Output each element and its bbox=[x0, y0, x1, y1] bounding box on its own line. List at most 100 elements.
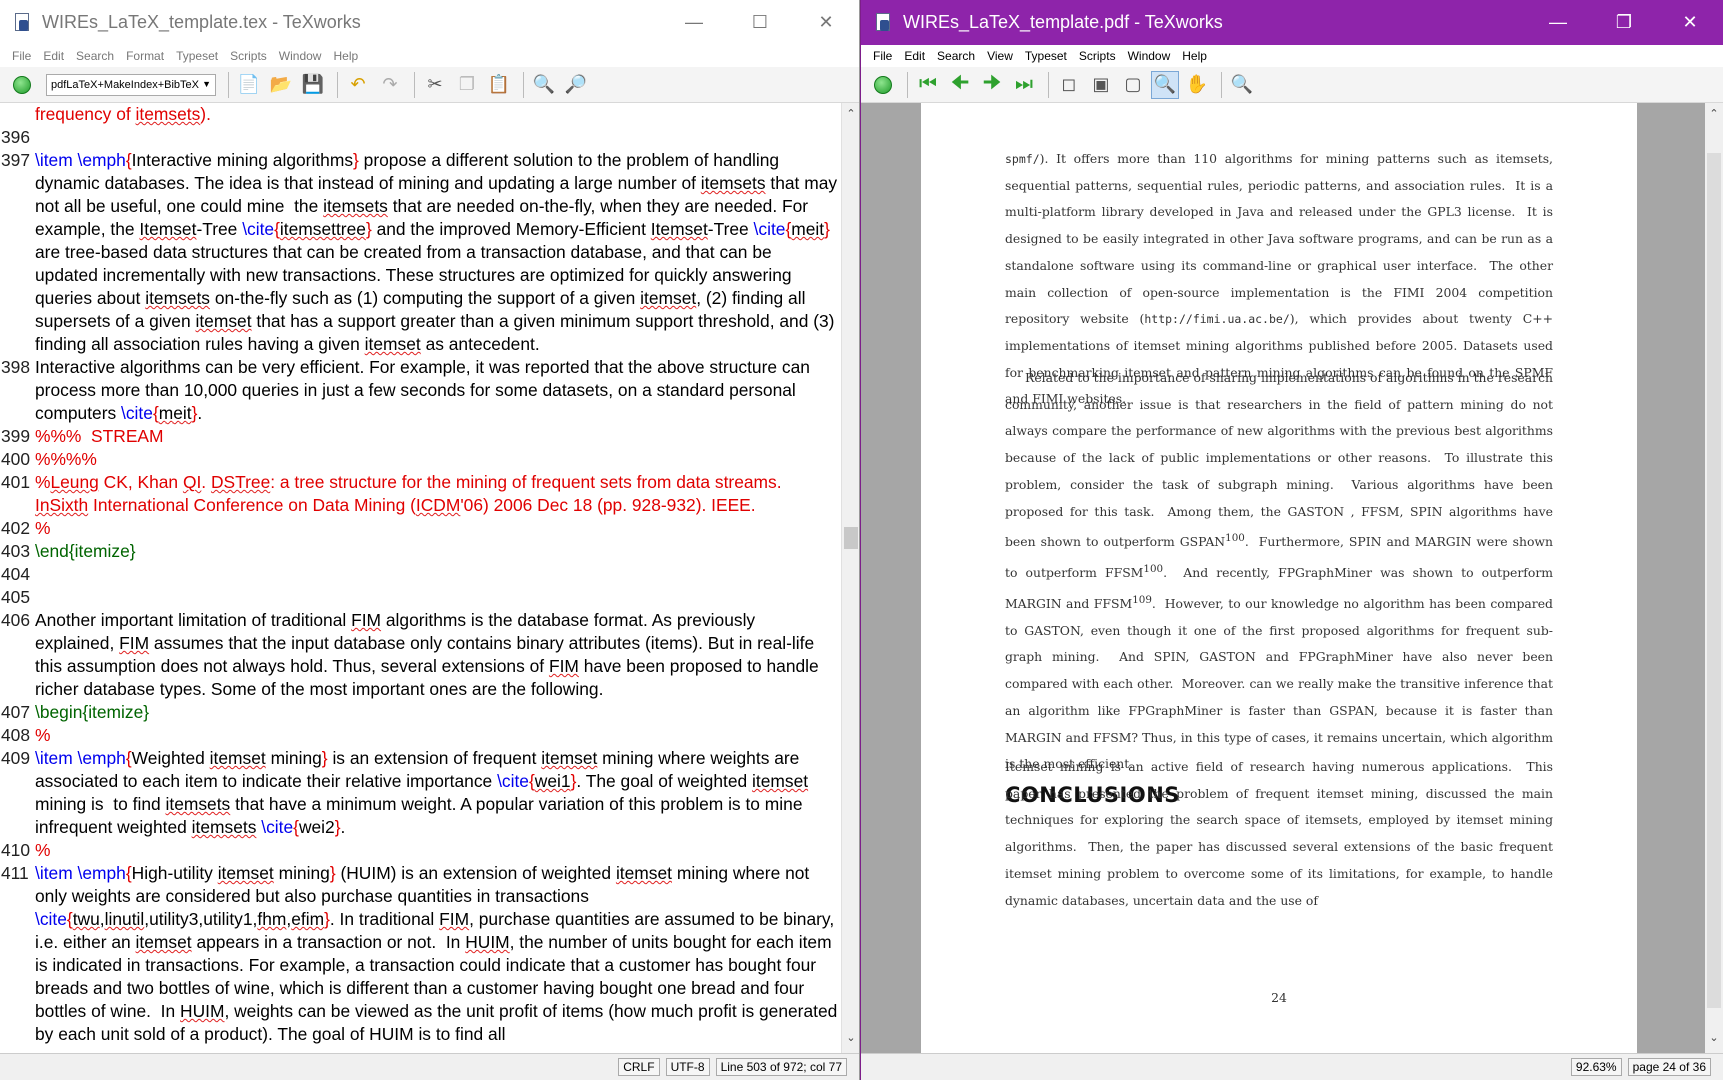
menu-window[interactable]: Window bbox=[1122, 49, 1177, 63]
menu-search[interactable]: Search bbox=[931, 49, 981, 63]
code-line[interactable]: 409 \item \emph{Weighted itemset mining} … bbox=[0, 747, 842, 839]
replace-button[interactable]: 🔎 bbox=[562, 71, 590, 99]
new-file-button[interactable]: 📄 bbox=[235, 71, 263, 99]
last-page-button[interactable]: ⏭ bbox=[1010, 71, 1038, 99]
cursor-position[interactable]: Line 503 of 972; col 77 bbox=[715, 1058, 847, 1076]
copy-button[interactable]: ❐ bbox=[453, 71, 481, 99]
line-text[interactable] bbox=[33, 586, 842, 609]
line-text[interactable]: \begin{itemize} bbox=[33, 701, 842, 724]
code-line[interactable]: 410% bbox=[0, 839, 842, 862]
menu-window[interactable]: Window bbox=[273, 49, 328, 63]
page-indicator[interactable]: page 24 of 36 bbox=[1627, 1058, 1711, 1076]
line-text[interactable]: \end{itemize} bbox=[33, 540, 842, 563]
paste-button[interactable]: 📋 bbox=[485, 71, 513, 99]
paste-icon: 📋 bbox=[487, 74, 511, 94]
pdf-view[interactable]: spmf/). It offers more than 110 algorith… bbox=[861, 103, 1706, 1053]
first-page-button[interactable]: ⏮ bbox=[914, 71, 942, 99]
line-text[interactable] bbox=[33, 126, 842, 149]
viewer-scroll-thumb[interactable] bbox=[1707, 153, 1721, 1008]
code-line[interactable]: 402% bbox=[0, 517, 842, 540]
typeset-engine-select[interactable]: pdfLaTeX+MakeIndex+BibTeX ▼ bbox=[46, 73, 216, 96]
editor-scroll-thumb[interactable] bbox=[844, 527, 858, 549]
typeset-run-button[interactable] bbox=[869, 71, 897, 99]
line-text[interactable]: \item \emph{High-utility itemset mining}… bbox=[33, 862, 842, 1046]
scroll-down-icon[interactable]: ⌄ bbox=[842, 1031, 859, 1049]
line-text[interactable]: % bbox=[33, 517, 842, 540]
menu-search[interactable]: Search bbox=[70, 49, 120, 63]
menu-edit[interactable]: Edit bbox=[37, 49, 70, 63]
close-button[interactable]: ✕ bbox=[793, 0, 859, 45]
line-text[interactable]: \item \emph{Weighted itemset mining} is … bbox=[33, 747, 842, 839]
hand-tool-button[interactable]: ✋ bbox=[1183, 71, 1211, 99]
code-line[interactable]: 400%%%% bbox=[0, 448, 842, 471]
line-text[interactable]: % bbox=[33, 839, 842, 862]
line-text[interactable]: %%%% bbox=[33, 448, 842, 471]
line-text[interactable]: %%% STREAM bbox=[33, 425, 842, 448]
code-line[interactable]: 399%%% STREAM bbox=[0, 425, 842, 448]
code-line[interactable]: 405 bbox=[0, 586, 842, 609]
close-button[interactable]: ✕ bbox=[1657, 0, 1723, 45]
minimize-button[interactable]: — bbox=[1525, 0, 1591, 45]
save-button[interactable]: 💾 bbox=[299, 71, 327, 99]
maximize-button[interactable]: ❐ bbox=[1591, 0, 1657, 45]
actual-size-button[interactable]: ◻ bbox=[1055, 71, 1083, 99]
scroll-up-icon[interactable]: ⌃ bbox=[842, 107, 859, 125]
menu-help[interactable]: Help bbox=[1176, 49, 1213, 63]
code-line[interactable]: 408% bbox=[0, 724, 842, 747]
menu-view[interactable]: View bbox=[981, 49, 1019, 63]
menu-scripts[interactable]: Scripts bbox=[224, 49, 273, 63]
menu-file[interactable]: File bbox=[867, 49, 898, 63]
menu-edit[interactable]: Edit bbox=[898, 49, 931, 63]
encoding-indicator[interactable]: UTF-8 bbox=[665, 1058, 710, 1076]
minimize-button[interactable]: — bbox=[661, 0, 727, 45]
menu-format[interactable]: Format bbox=[120, 49, 170, 63]
new-file-icon: 📄 bbox=[237, 74, 261, 94]
redo-button[interactable]: ↷ bbox=[376, 71, 404, 99]
open-file-button[interactable]: 📂 bbox=[267, 71, 295, 99]
line-ending-indicator[interactable]: CRLF bbox=[618, 1058, 660, 1076]
editor-statusbar: CRLF UTF-8 Line 503 of 972; col 77 bbox=[0, 1053, 859, 1080]
menu-file[interactable]: File bbox=[6, 49, 37, 63]
menu-help[interactable]: Help bbox=[327, 49, 364, 63]
typeset-run-button[interactable] bbox=[8, 71, 36, 99]
code-line[interactable]: 406 Another important limitation of tradi… bbox=[0, 609, 842, 701]
undo-button[interactable]: ↶ bbox=[344, 71, 372, 99]
scroll-up-icon[interactable]: ⌃ bbox=[1705, 107, 1723, 125]
menu-typeset[interactable]: Typeset bbox=[1019, 49, 1073, 63]
line-number: 396 bbox=[0, 126, 33, 149]
line-number: 409 bbox=[0, 747, 33, 839]
viewer-scrollbar[interactable]: ⌃ ⌄ bbox=[1705, 103, 1723, 1053]
code-line[interactable]: 398 Interactive algorithms can be very ef… bbox=[0, 356, 842, 425]
fit-window-button[interactable]: ▢ bbox=[1119, 71, 1147, 99]
code-line[interactable]: 411 \item \emph{High-utility itemset mini… bbox=[0, 862, 842, 1046]
menu-typeset[interactable]: Typeset bbox=[170, 49, 224, 63]
line-text[interactable]: Another important limitation of traditio… bbox=[33, 609, 842, 701]
code-line[interactable]: 397 \item \emph{Interactive mining algori… bbox=[0, 149, 842, 356]
next-page-button[interactable]: 🠊 bbox=[978, 71, 1006, 99]
scroll-down-icon[interactable]: ⌄ bbox=[1705, 1031, 1723, 1049]
line-text[interactable]: frequency of itemsets). bbox=[33, 103, 842, 126]
texworks-icon bbox=[875, 12, 893, 34]
line-text[interactable] bbox=[33, 563, 842, 586]
cut-button[interactable]: ✂ bbox=[421, 71, 449, 99]
code-editor[interactable]: frequency of itemsets). 396 397 \item \emp… bbox=[0, 103, 842, 1053]
menu-scripts[interactable]: Scripts bbox=[1073, 49, 1122, 63]
line-text[interactable]: Interactive algorithms can be very effic… bbox=[33, 356, 842, 425]
code-line[interactable]: 396 bbox=[0, 126, 842, 149]
code-line[interactable]: 401 %Leung CK, Khan QI. DSTree: a tree st… bbox=[0, 471, 842, 517]
find-button[interactable]: 🔍 bbox=[530, 71, 558, 99]
editor-scrollbar[interactable]: ⌃ ⌄ bbox=[841, 103, 859, 1053]
zoom-indicator[interactable]: 92.63% bbox=[1570, 1058, 1622, 1076]
code-line[interactable]: 407 \begin{itemize} bbox=[0, 701, 842, 724]
maximize-button[interactable]: ☐ bbox=[727, 0, 793, 45]
code-line[interactable]: 404 bbox=[0, 563, 842, 586]
code-line[interactable]: 403 \end{itemize} bbox=[0, 540, 842, 563]
magnifier-tool-button[interactable]: 🔍 bbox=[1151, 70, 1179, 99]
fit-width-button[interactable]: ▣ bbox=[1087, 71, 1115, 99]
prev-page-button[interactable]: 🠈 bbox=[946, 71, 974, 99]
line-text[interactable]: % bbox=[33, 724, 842, 747]
line-text[interactable]: %Leung CK, Khan QI. DSTree: a tree struc… bbox=[33, 471, 842, 517]
line-text[interactable]: \item \emph{Interactive mining algorithm… bbox=[33, 149, 842, 356]
find-button[interactable]: 🔍 bbox=[1228, 71, 1256, 99]
code-line[interactable]: frequency of itemsets). bbox=[0, 103, 842, 126]
